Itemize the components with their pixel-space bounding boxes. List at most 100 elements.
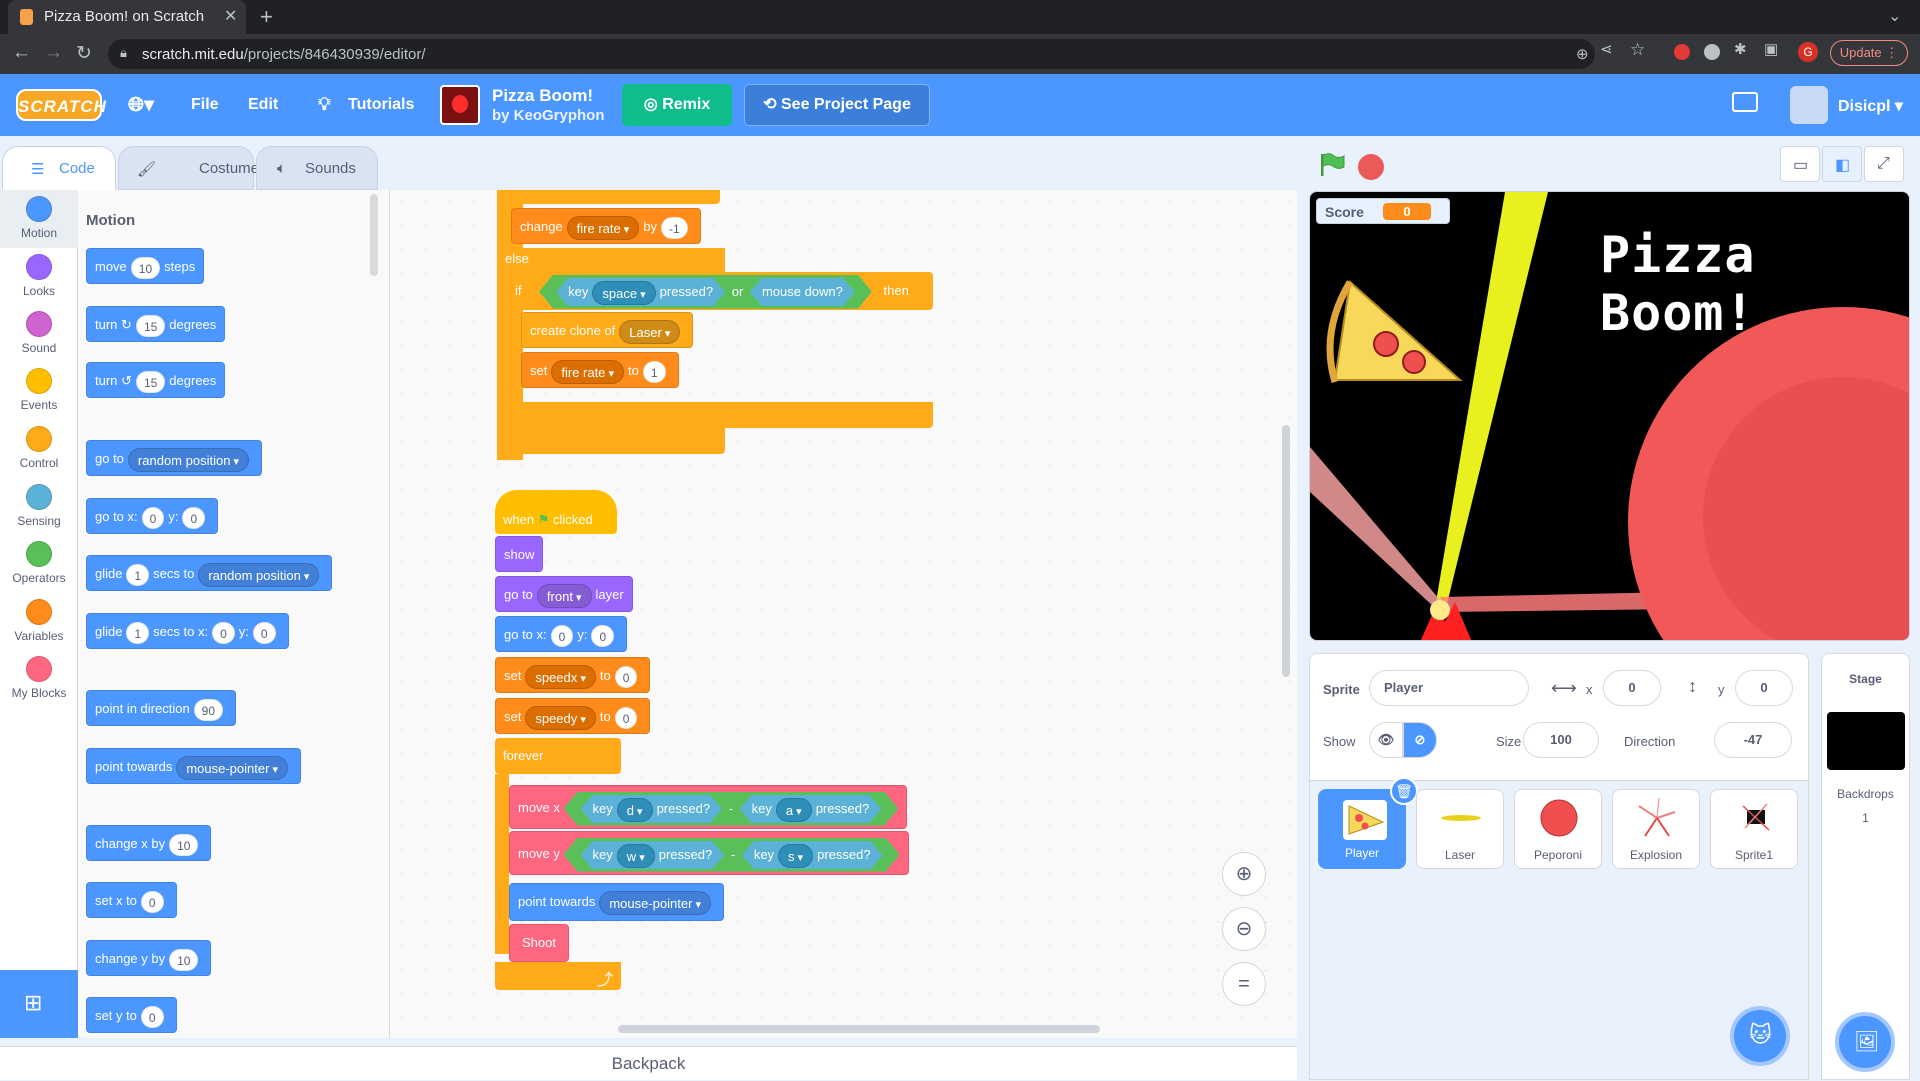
extensions-puzzle-icon[interactable]: ✱ xyxy=(1734,40,1747,58)
extension-icon[interactable] xyxy=(1674,44,1690,60)
block-glide-to[interactable]: glide 1 secs to random position xyxy=(86,555,333,591)
block-if-then[interactable]: if keyspacepressed? or mouse down? then xyxy=(507,272,933,310)
account-menu[interactable]: Disicpl ▾ xyxy=(1838,96,1903,116)
small-stage-button[interactable]: ▭ xyxy=(1780,146,1820,182)
x-input[interactable]: 0 xyxy=(1603,670,1661,706)
block-forever[interactable]: forever xyxy=(495,738,621,774)
block-input[interactable]: 0 xyxy=(614,665,638,688)
stop-button[interactable] xyxy=(1358,154,1384,180)
close-tab-icon[interactable]: ✕ xyxy=(224,6,237,26)
side-panel-icon[interactable]: ▣ xyxy=(1764,40,1778,58)
block-change-y[interactable]: change y by 10 xyxy=(86,940,212,976)
block-input[interactable]: 0 xyxy=(140,1005,164,1028)
block-or[interactable]: keyspacepressed? or mouse down? xyxy=(539,275,872,309)
reload-icon[interactable]: ↻ xyxy=(76,42,92,65)
block-input[interactable]: 0 xyxy=(140,890,164,913)
block-change-x[interactable]: change x by 10 xyxy=(86,825,212,861)
block-move-steps[interactable]: move 10 steps xyxy=(86,248,205,284)
block-input[interactable]: 10 xyxy=(169,948,199,971)
block-dropdown[interactable]: speedy xyxy=(525,705,596,730)
file-menu[interactable]: File xyxy=(191,96,219,114)
delete-sprite-icon[interactable]: 🗑︎ xyxy=(1390,777,1418,805)
tab-costumes[interactable]: 🖌︎ Costumes xyxy=(118,146,267,190)
choose-backdrop-button[interactable]: 🖼︎ xyxy=(1835,1012,1895,1072)
hat-when-flag-clicked[interactable]: when ⚑ clicked xyxy=(495,490,617,534)
project-title[interactable]: Pizza Boom! xyxy=(492,86,593,106)
block-go-to-xy[interactable]: go to x: 0 y: 0 xyxy=(495,616,628,652)
block-dropdown[interactable]: mouse-pointer xyxy=(599,890,712,915)
browser-tab[interactable]: Pizza Boom! on Scratch ✕ xyxy=(8,0,246,34)
share-icon[interactable]: ⋖ xyxy=(1600,40,1613,58)
green-flag-button[interactable] xyxy=(1318,152,1346,178)
block-input[interactable]: 0 xyxy=(614,706,638,729)
zoom-out-button[interactable]: ⊖ xyxy=(1222,907,1266,951)
sprite-tile-explosion[interactable]: Explosion xyxy=(1612,789,1700,869)
block-dropdown[interactable]: w xyxy=(617,844,655,868)
block-dropdown[interactable]: fire rate xyxy=(551,359,624,384)
block-set-fire-rate[interactable]: setfire rateto1 xyxy=(521,352,679,388)
block-input[interactable]: 0 xyxy=(550,624,574,647)
score-monitor[interactable]: Score 0 xyxy=(1316,198,1450,224)
block-input[interactable]: 1 xyxy=(126,563,150,586)
block-input[interactable]: -1 xyxy=(661,216,688,239)
sprite-name-input[interactable]: Player xyxy=(1369,670,1529,706)
block-turn-right[interactable]: turn ↻ 15 degrees xyxy=(86,306,226,342)
block-change-fire-rate[interactable]: changefire rateby-1 xyxy=(511,208,701,244)
category-my-blocks[interactable]: My Blocks xyxy=(0,650,78,708)
block-dropdown[interactable]: d xyxy=(617,798,653,822)
my-stuff-folder-icon[interactable] xyxy=(1732,92,1758,112)
sprite-tile-sprite1[interactable]: Sprite1 xyxy=(1710,789,1798,869)
block-input[interactable]: 0 xyxy=(141,506,165,529)
category-looks[interactable]: Looks xyxy=(0,248,78,306)
block-point-in-direction[interactable]: point in direction 90 xyxy=(86,690,237,726)
block-shoot[interactable]: Shoot xyxy=(509,924,569,962)
block-set-speedy[interactable]: setspeedyto0 xyxy=(495,698,651,734)
direction-input[interactable]: -47 xyxy=(1714,722,1792,758)
normal-stage-button[interactable]: ◧ xyxy=(1822,146,1862,182)
back-icon[interactable]: ← xyxy=(12,42,31,64)
category-events[interactable]: Events xyxy=(0,362,78,420)
block-glide-xy[interactable]: glide 1 secs to x: 0 y: 0 xyxy=(86,613,289,649)
block-set-y[interactable]: set y to 0 xyxy=(86,997,177,1033)
fullscreen-button[interactable]: ⤢ xyxy=(1864,146,1904,182)
block-input[interactable]: 15 xyxy=(135,370,166,393)
block-input[interactable]: 0 xyxy=(182,506,206,529)
backpack[interactable]: Backpack xyxy=(0,1046,1297,1080)
stage-selector-panel[interactable]: Stage Backdrops 1 🖼︎ xyxy=(1821,653,1910,1080)
profile-avatar[interactable]: G xyxy=(1798,42,1818,62)
block-dropdown[interactable]: speedx xyxy=(525,664,596,689)
block-dropdown[interactable]: random position xyxy=(127,447,249,472)
project-author[interactable]: by KeoGryphon xyxy=(492,107,605,124)
vertical-scrollbar[interactable] xyxy=(1282,425,1290,677)
block-input[interactable]: 10 xyxy=(130,256,161,279)
block-dropdown[interactable]: mouse-pointer xyxy=(176,755,289,780)
size-input[interactable]: 100 xyxy=(1523,722,1599,758)
zoom-reset-button[interactable]: = xyxy=(1222,962,1266,1006)
block-input[interactable]: 90 xyxy=(193,698,224,721)
sprite-tile-peporoni[interactable]: Peporoni xyxy=(1514,789,1602,869)
block-create-clone[interactable]: create clone of Laser xyxy=(521,312,694,348)
block-input[interactable]: 10 xyxy=(169,833,199,856)
sprite-tile-player[interactable]: Player xyxy=(1318,789,1406,869)
block-move-y[interactable]: move y keywpressed? - keyspressed? xyxy=(509,831,909,875)
block-go-to-xy[interactable]: go to x: 0 y: 0 xyxy=(86,498,219,534)
address-bar[interactable]: 🔒︎ scratch.mit.edu/projects/846430939/ed… xyxy=(108,39,1595,69)
zoom-in-button[interactable]: ⊕ xyxy=(1222,852,1266,896)
palette-scrollbar[interactable] xyxy=(370,194,378,276)
block-dropdown[interactable]: s xyxy=(778,844,813,868)
block-point-towards[interactable]: point towards mouse-pointer xyxy=(509,883,725,921)
extension-icon[interactable] xyxy=(1704,44,1720,60)
horizontal-scrollbar[interactable] xyxy=(618,1025,1100,1033)
block-set-x[interactable]: set x to 0 xyxy=(86,882,177,918)
block-dropdown[interactable]: space xyxy=(592,281,655,305)
block-dropdown[interactable]: fire rate xyxy=(566,215,640,240)
tab-sounds[interactable]: 🔈︎ Sounds xyxy=(256,146,378,190)
add-extension-button[interactable]: ⊞ xyxy=(0,970,78,1038)
category-motion[interactable]: Motion xyxy=(0,190,78,248)
script-area[interactable]: changefire rateby-1 else if keyspacepres… xyxy=(390,190,1297,1038)
category-variables[interactable]: Variables xyxy=(0,593,78,651)
scratch-logo[interactable]: SCRATCH xyxy=(16,89,106,121)
block-turn-left[interactable]: turn ↺ 15 degrees xyxy=(86,362,226,398)
block-dropdown[interactable]: random position xyxy=(198,562,320,587)
category-control[interactable]: Control xyxy=(0,420,78,478)
